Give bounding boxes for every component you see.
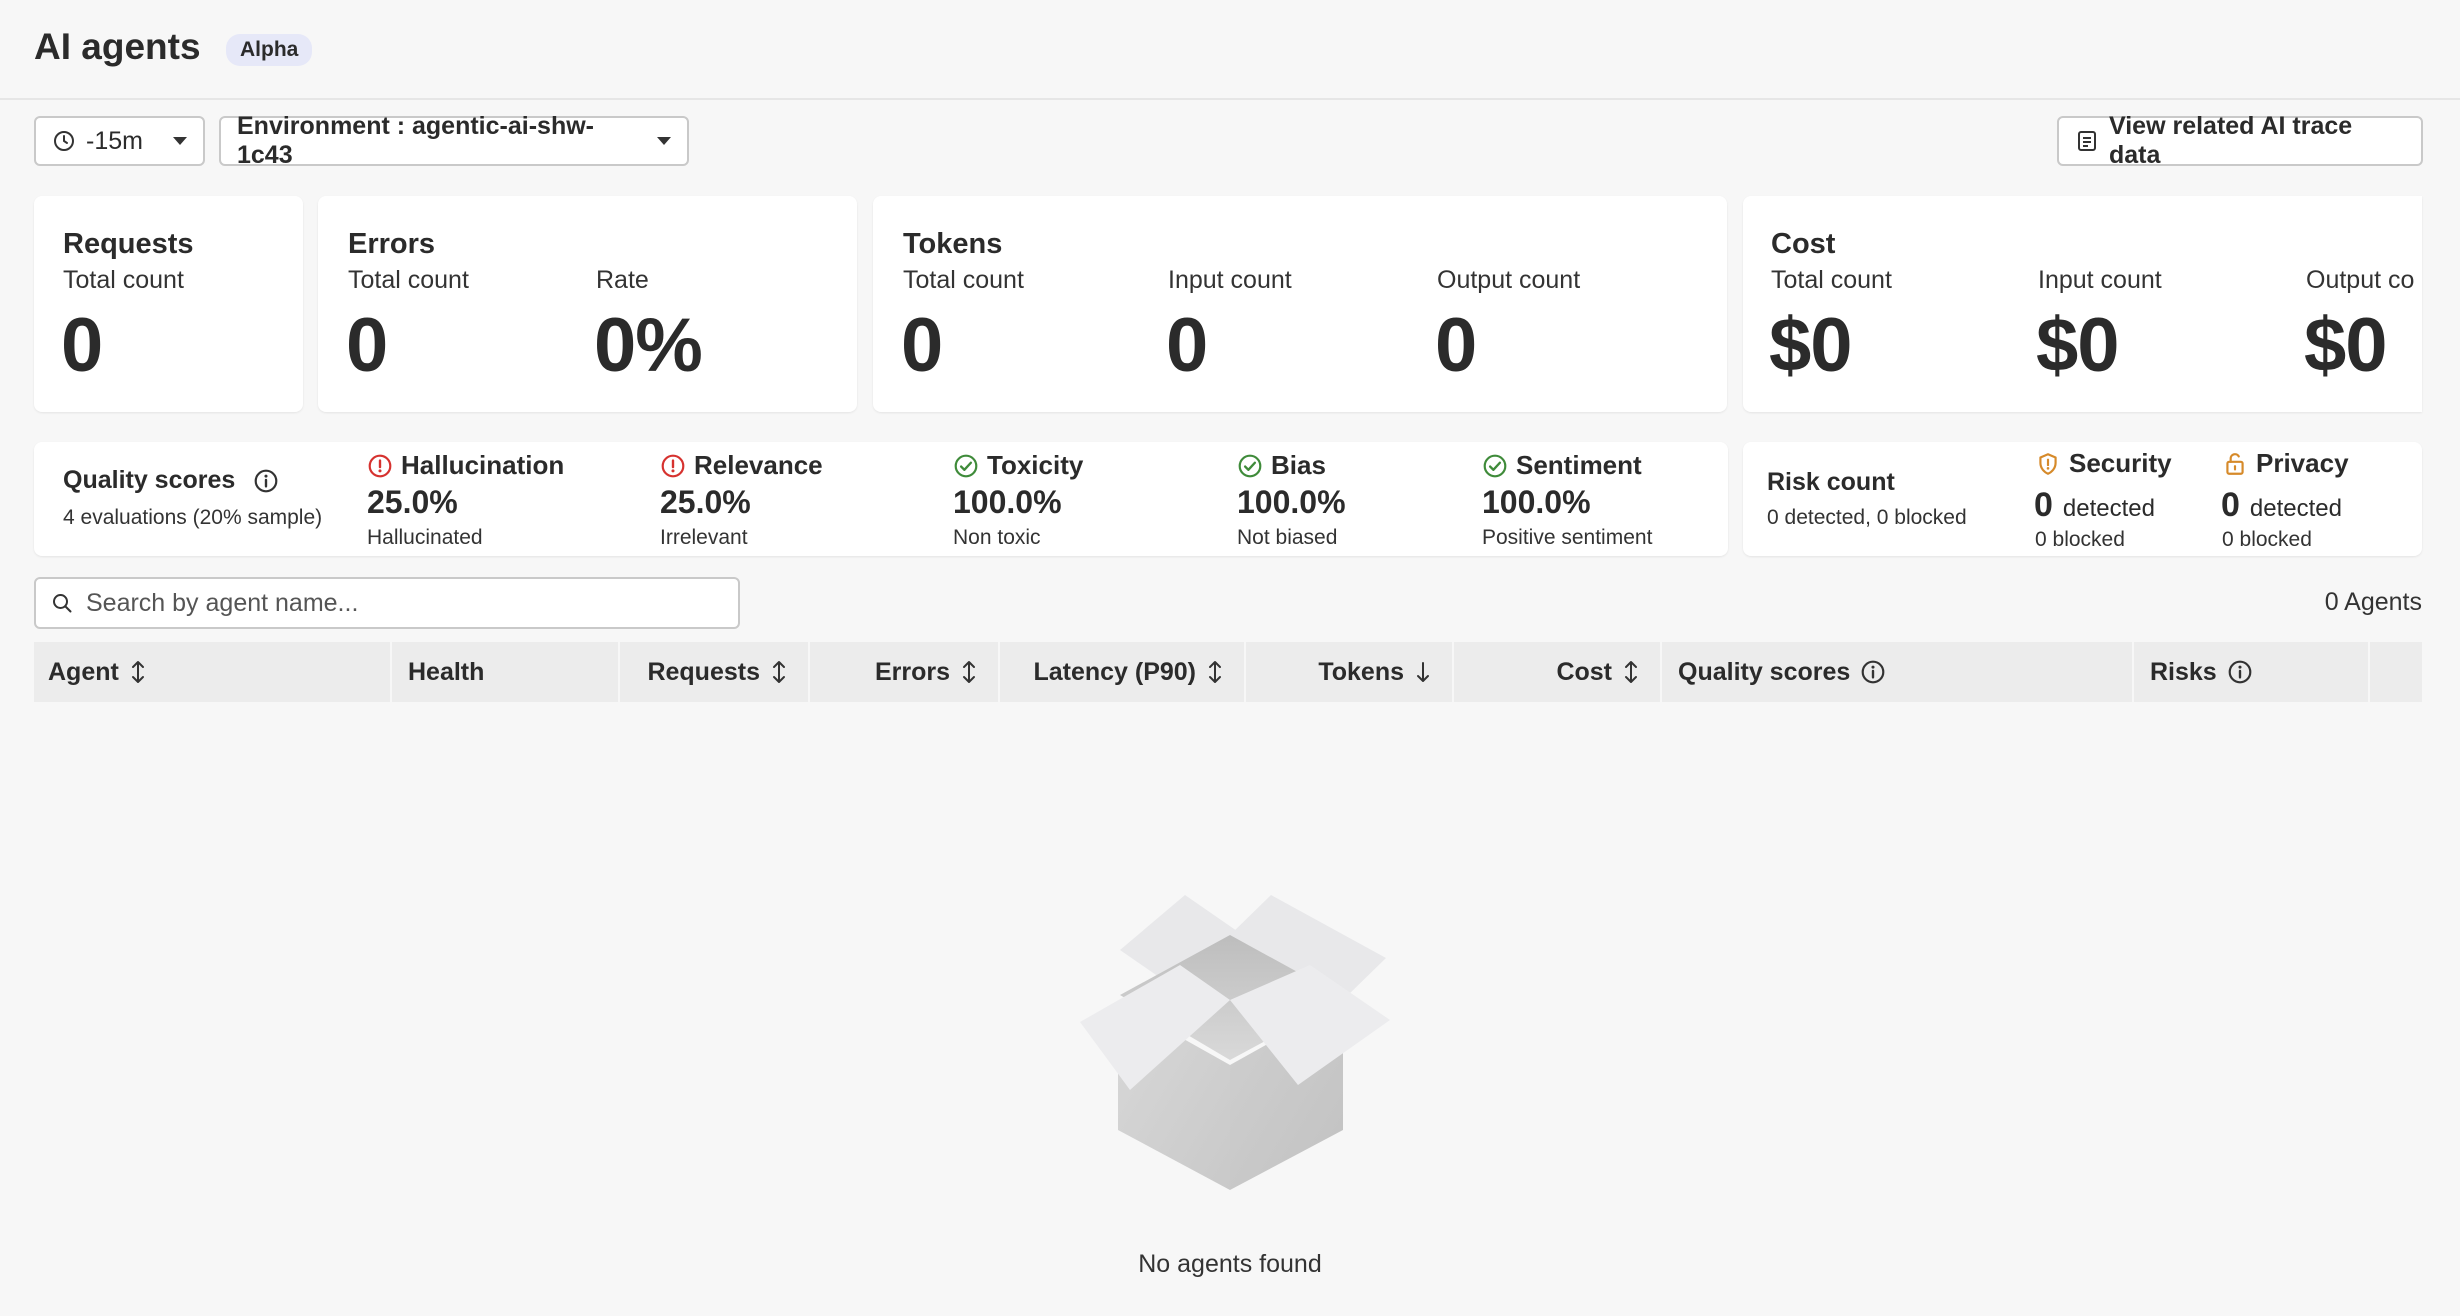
requests-total-value: 0: [61, 303, 103, 388]
environment-dropdown[interactable]: Environment : agentic-ai-shw-1c43: [219, 112, 689, 169]
sort-descending-icon: [1414, 660, 1432, 684]
column-quality-scores[interactable]: Quality scores: [1664, 642, 2134, 702]
sort-icon: [770, 660, 788, 684]
toxicity-sub: Non toxic: [953, 526, 1041, 549]
view-trace-data-label: View related AI trace data: [2109, 112, 2353, 169]
tokens-card: Tokens Total count 0 Input count 0 Outpu…: [873, 196, 1727, 412]
agent-search-input[interactable]: [86, 588, 724, 618]
agent-count: 0 Agents: [2324, 588, 2422, 616]
column-agent[interactable]: Agent: [34, 642, 392, 702]
toxicity-value: 100.0%: [953, 484, 1062, 520]
column-errors[interactable]: Errors: [812, 642, 1000, 702]
requests-title: Requests: [63, 228, 194, 260]
relevance-label: Relevance: [660, 450, 823, 481]
column-cost[interactable]: Cost: [1456, 642, 1662, 702]
privacy-detected: 0 detected: [2221, 486, 2342, 524]
bias-sub: Not biased: [1237, 526, 1338, 549]
privacy-blocked: 0 blocked: [2222, 528, 2312, 551]
tokens-output-value: 0: [1435, 303, 1477, 388]
requests-total-label: Total count: [63, 266, 184, 294]
agent-search-box[interactable]: [34, 577, 740, 629]
info-icon[interactable]: [1860, 659, 1886, 685]
cost-title: Cost: [1771, 228, 1836, 260]
shield-icon: [2035, 451, 2061, 477]
agents-table-header: Agent Health Requests Errors Latency (P9…: [34, 642, 2422, 702]
tokens-total-value: 0: [901, 303, 943, 388]
security-detected: 0 detected: [2034, 486, 2155, 524]
toxicity-label: Toxicity: [953, 450, 1083, 481]
page-header: AI agents Alpha: [0, 0, 2460, 100]
empty-state-message: No agents found: [1138, 1250, 1322, 1278]
quality-scores-title: Quality scores: [63, 466, 236, 494]
cost-output-label: Output co: [2306, 266, 2415, 294]
errors-card: Errors Total count 0 Rate 0%: [318, 196, 857, 412]
risk-card: Risk count 0 detected, 0 blocked Securit…: [1743, 442, 2422, 556]
time-range-label: -15m: [86, 126, 143, 155]
column-health[interactable]: Health: [394, 642, 620, 702]
privacy-label: Privacy: [2222, 448, 2349, 479]
bias-label: Bias: [1237, 450, 1326, 481]
hallucination-label: Hallucination: [367, 450, 564, 481]
hallucination-value: 25.0%: [367, 484, 458, 520]
security-label: Security: [2035, 448, 2172, 479]
cost-input-value: $0: [2036, 303, 2120, 388]
sort-icon: [960, 660, 978, 684]
errors-rate-label: Rate: [596, 266, 649, 294]
environment-label: Environment : agentic-ai-shw-1c43: [237, 112, 594, 169]
info-icon[interactable]: [2227, 659, 2253, 685]
sort-icon: [1622, 660, 1640, 684]
check-circle-icon: [953, 453, 979, 479]
relevance-sub: Irrelevant: [660, 526, 748, 549]
tokens-output-label: Output count: [1437, 266, 1581, 294]
alpha-badge: Alpha: [226, 34, 313, 66]
security-blocked: 0 blocked: [2035, 528, 2125, 551]
cost-total-label: Total count: [1771, 266, 1892, 294]
tokens-input-label: Input count: [1168, 266, 1292, 294]
relevance-value: 25.0%: [660, 484, 751, 520]
page-title: AI agents: [34, 26, 201, 67]
quality-scores-card: Quality scores 4 evaluations (20% sample…: [34, 442, 1728, 556]
search-icon: [50, 591, 74, 615]
sentiment-sub: Positive sentiment: [1482, 526, 1653, 549]
lock-icon: [2222, 451, 2248, 477]
errors-title: Errors: [348, 228, 436, 260]
alert-circle-icon: [367, 453, 393, 479]
column-tokens[interactable]: Tokens: [1248, 642, 1454, 702]
chevron-down-icon: [173, 137, 187, 145]
cost-card: Cost Total count $0 Input count $0 Outpu…: [1743, 196, 2422, 412]
tokens-total-label: Total count: [903, 266, 1024, 294]
sort-icon: [129, 660, 147, 684]
requests-card: Requests Total count 0: [34, 196, 303, 412]
tokens-input-value: 0: [1166, 303, 1208, 388]
chevron-down-icon: [657, 137, 671, 145]
errors-total-label: Total count: [348, 266, 469, 294]
view-trace-data-button[interactable]: View related AI trace data: [2057, 112, 2423, 169]
risk-count-title: Risk count: [1767, 468, 1895, 496]
cost-output-value: $0: [2304, 303, 2388, 388]
check-circle-icon: [1482, 453, 1508, 479]
sentiment-label: Sentiment: [1482, 450, 1642, 481]
clock-icon: [52, 129, 76, 153]
quality-scores-heading: Quality scores: [63, 466, 279, 495]
check-circle-icon: [1237, 453, 1263, 479]
sentiment-value: 100.0%: [1482, 484, 1591, 520]
bias-value: 100.0%: [1237, 484, 1346, 520]
errors-total-value: 0: [346, 303, 388, 388]
info-icon[interactable]: [253, 468, 279, 494]
tokens-title: Tokens: [903, 228, 1003, 260]
cost-input-label: Input count: [2038, 266, 2162, 294]
risk-count-subtitle: 0 detected, 0 blocked: [1767, 506, 1967, 529]
column-requests[interactable]: Requests: [622, 642, 810, 702]
time-range-dropdown[interactable]: -15m: [34, 116, 205, 166]
document-icon: [2075, 129, 2099, 153]
quality-scores-subtitle: 4 evaluations (20% sample): [63, 506, 323, 529]
hallucination-sub: Hallucinated: [367, 526, 483, 549]
column-risks[interactable]: Risks: [2136, 642, 2370, 702]
sort-icon: [1206, 660, 1224, 684]
empty-box-illustration: [1060, 890, 1400, 1200]
cost-total-value: $0: [1769, 303, 1853, 388]
errors-rate-value: 0%: [594, 303, 703, 388]
alert-circle-icon: [660, 453, 686, 479]
column-latency[interactable]: Latency (P90): [1002, 642, 1246, 702]
